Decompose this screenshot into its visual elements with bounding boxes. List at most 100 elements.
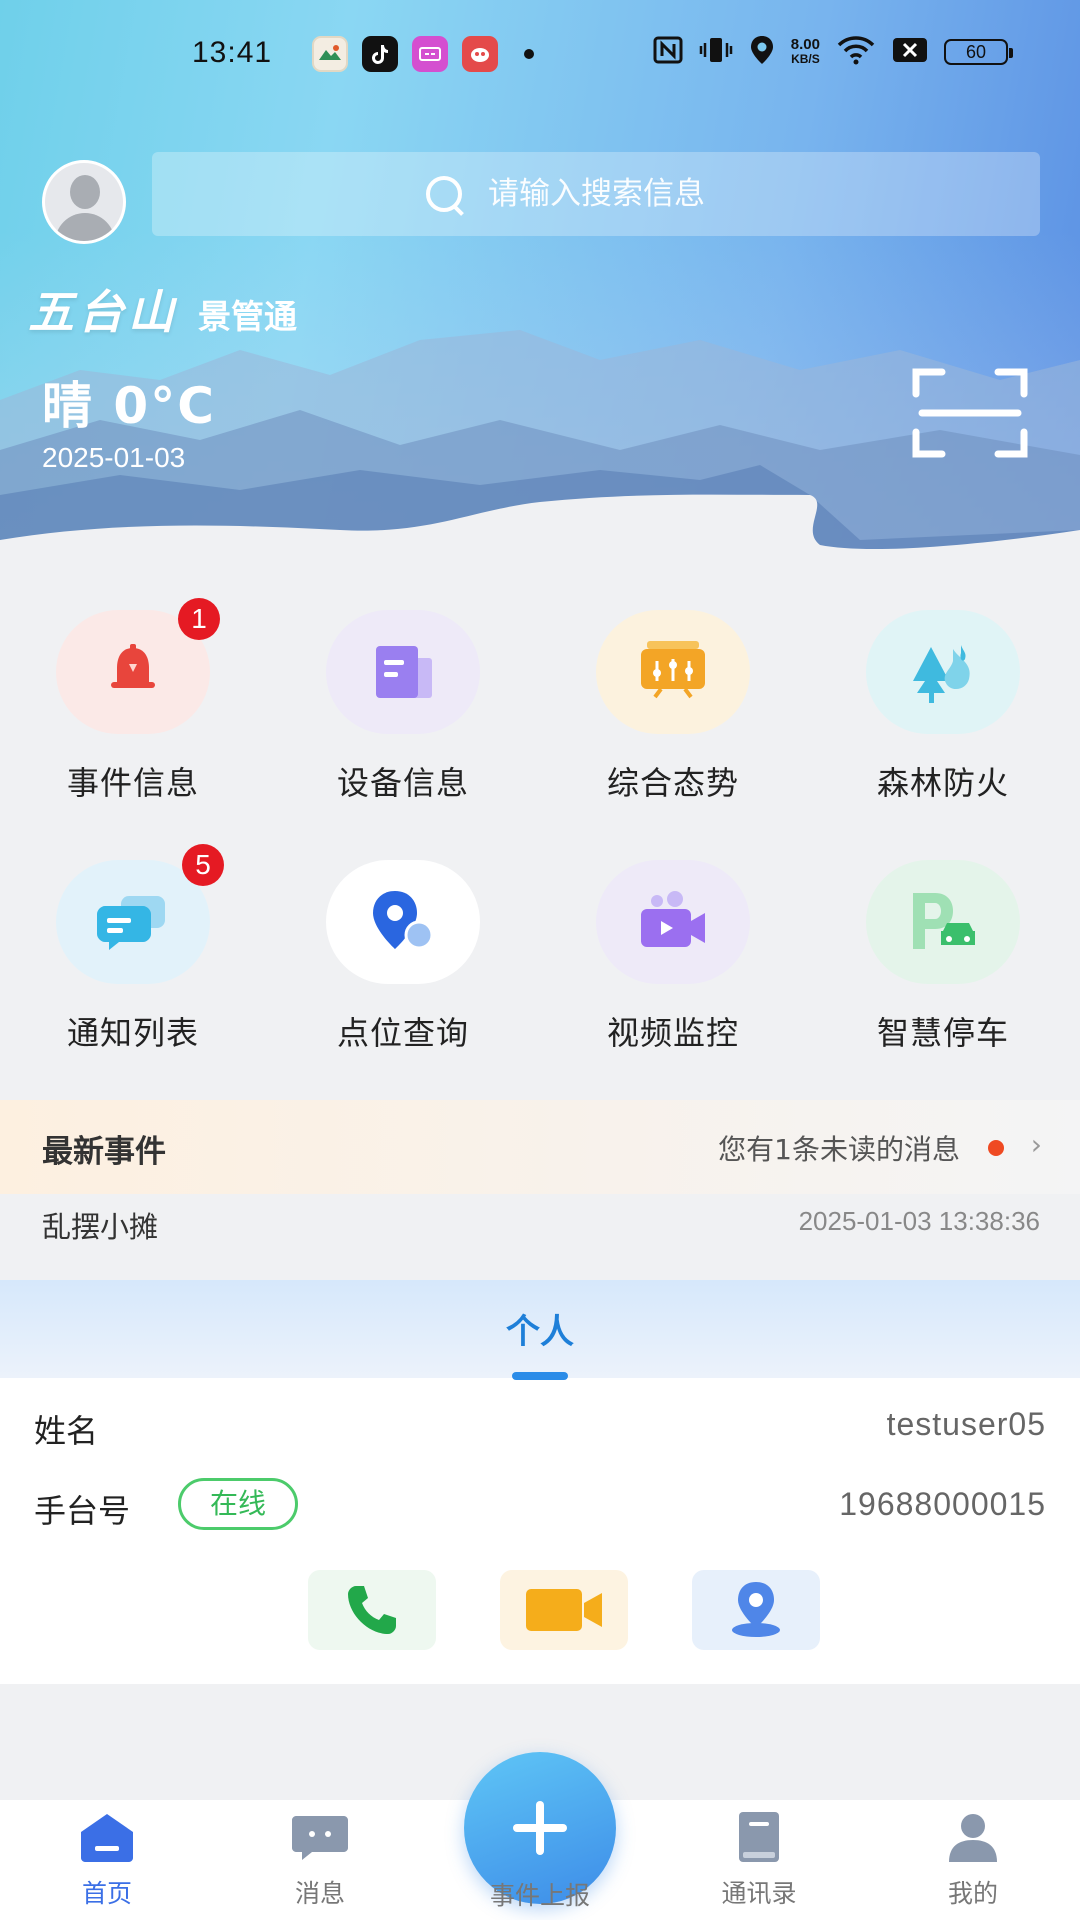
name-label: 姓名	[34, 1412, 99, 1450]
latest-events-header[interactable]: 最新事件 您有1条未读的消息 ›	[0, 1100, 1080, 1194]
weather-date: 2025-01-03	[42, 442, 186, 473]
status-bar: 13:41 8.00 KB/S 60	[0, 0, 1080, 110]
forest-fire-icon	[913, 645, 970, 703]
online-status-badge: 在线	[178, 1478, 298, 1530]
message-icon	[292, 1816, 348, 1860]
search-bar[interactable]	[152, 152, 1040, 236]
grid-item-notification-list[interactable]: 通知列表 5	[22, 840, 224, 1060]
app-name: 景管通	[198, 297, 297, 336]
personal-card: 个人 姓名 testuser05 手台号 在线 19688000015	[0, 1280, 1080, 1684]
nav-messages[interactable]: 消息	[245, 1812, 395, 1920]
event-item-name[interactable]: 乱摆小摊	[42, 1204, 158, 1246]
bubble	[866, 860, 1020, 984]
unread-badge: 1	[178, 598, 220, 640]
grid-item-label: 设备信息	[336, 764, 469, 802]
vibrate-icon	[699, 35, 733, 69]
plus-icon	[513, 1801, 567, 1855]
status-time: 13:41	[192, 36, 273, 69]
weather-condition: 晴 0°C	[42, 377, 216, 435]
contacts-book-icon	[739, 1812, 779, 1862]
nfc-icon	[653, 36, 683, 68]
latest-events-section: 最新事件 您有1条未读的消息 › 乱摆小摊 2025-01-03 13:38:3…	[0, 1100, 1080, 1280]
grid-item-label: 森林防火	[876, 764, 1009, 802]
network-speed-value: 8.00	[790, 36, 820, 53]
network-speed-unit: KB/S	[791, 52, 820, 66]
chat-bubble-icon	[97, 896, 165, 950]
more-notifications-dot	[524, 49, 534, 59]
brand-logo-text: 五台山	[28, 285, 178, 339]
user-icon	[949, 1814, 997, 1862]
video-camera-icon	[641, 891, 705, 947]
video-icon	[526, 1589, 602, 1631]
battery-indicator: 60	[944, 39, 1013, 65]
bubble	[596, 860, 750, 984]
nav-contacts-label: 通讯录	[721, 1879, 797, 1908]
document-icon	[376, 646, 432, 698]
bubble	[326, 610, 480, 734]
scan-button[interactable]	[912, 368, 1028, 458]
contact-actions	[0, 1570, 1080, 1654]
status-app-icons	[312, 36, 534, 72]
grid-item-label: 点位查询	[336, 1014, 469, 1052]
dashboard-icon	[641, 641, 705, 699]
search-icon	[424, 174, 464, 214]
home-icon	[81, 1814, 133, 1862]
location-search-icon	[373, 891, 434, 950]
grid-item-label: 智慧停车	[876, 1014, 1009, 1052]
tiktok-icon	[362, 36, 398, 72]
grid-item-label: 视频监控	[606, 1014, 739, 1052]
grid-item-location-query[interactable]: 点位查询	[292, 840, 492, 1060]
nav-mine[interactable]: 我的	[898, 1812, 1048, 1920]
nav-home-label: 首页	[81, 1879, 132, 1908]
user-avatar[interactable]	[42, 160, 126, 244]
grid-item-label: 事件信息	[66, 764, 199, 802]
bubble	[866, 610, 1020, 734]
parking-icon	[913, 893, 975, 949]
grid-item-forest-fire[interactable]: 森林防火	[832, 590, 1032, 810]
grid-item-event-info[interactable]: 事件信息 1	[22, 590, 222, 810]
video-call-button[interactable]	[500, 1570, 628, 1650]
nav-mine-label: 我的	[947, 1879, 998, 1908]
status-system-icons: 8.00 KB/S 60	[653, 34, 1013, 70]
bubble	[326, 860, 480, 984]
grid-item-device-info[interactable]: 设备信息	[292, 590, 492, 810]
chevron-right-icon: ›	[1030, 1128, 1042, 1161]
nav-messages-label: 消息	[294, 1879, 345, 1908]
tab-personal[interactable]: 个人	[0, 1304, 1080, 1353]
brand: 五台山 景管通	[28, 276, 297, 342]
tab-indicator	[512, 1372, 568, 1380]
grid-item-video-monitoring[interactable]: 视频监控	[562, 840, 762, 1060]
phone-icon	[348, 1586, 396, 1634]
name-row: 姓名 testuser05	[34, 1396, 1046, 1456]
network-speed: 8.00 KB/S	[791, 37, 820, 67]
grid-item-label: 综合态势	[606, 764, 739, 802]
grid-item-overall-situation[interactable]: 综合态势	[562, 590, 762, 810]
grid-item-label: 通知列表	[66, 1014, 199, 1052]
scan-icon	[912, 368, 1028, 458]
location-button[interactable]	[692, 1570, 820, 1650]
unread-dot	[988, 1140, 1004, 1156]
unread-message-text: 您有1条未读的消息	[718, 1133, 960, 1166]
call-button[interactable]	[308, 1570, 436, 1650]
wifi-icon	[836, 35, 876, 69]
nav-home[interactable]: 首页	[32, 1812, 182, 1920]
bell-icon	[111, 644, 155, 688]
event-item-time: 2025-01-03 13:38:36	[798, 1206, 1040, 1236]
app-notification-icon	[412, 36, 448, 72]
radio-number-label: 手台号	[34, 1492, 131, 1530]
radio-number-value: 19688000015	[839, 1486, 1046, 1522]
nav-contacts[interactable]: 通讯录	[684, 1812, 834, 1920]
radio-row: 手台号 在线 19688000015	[34, 1476, 1046, 1536]
location-pin-icon	[732, 1582, 780, 1637]
weather-panel: 晴 0°C 2025-01-03	[42, 366, 216, 474]
sim-off-icon	[892, 37, 928, 67]
unread-badge: 5	[182, 844, 224, 886]
bubble	[596, 610, 750, 734]
location-icon	[749, 34, 775, 70]
report-event-label: 事件上报	[489, 1881, 590, 1910]
name-value: testuser05	[886, 1406, 1046, 1442]
search-input[interactable]	[488, 176, 768, 212]
grid-item-smart-parking[interactable]: 智慧停车	[832, 840, 1032, 1060]
personal-tab-header: 个人	[0, 1280, 1080, 1380]
app-notification-icon	[312, 36, 348, 72]
